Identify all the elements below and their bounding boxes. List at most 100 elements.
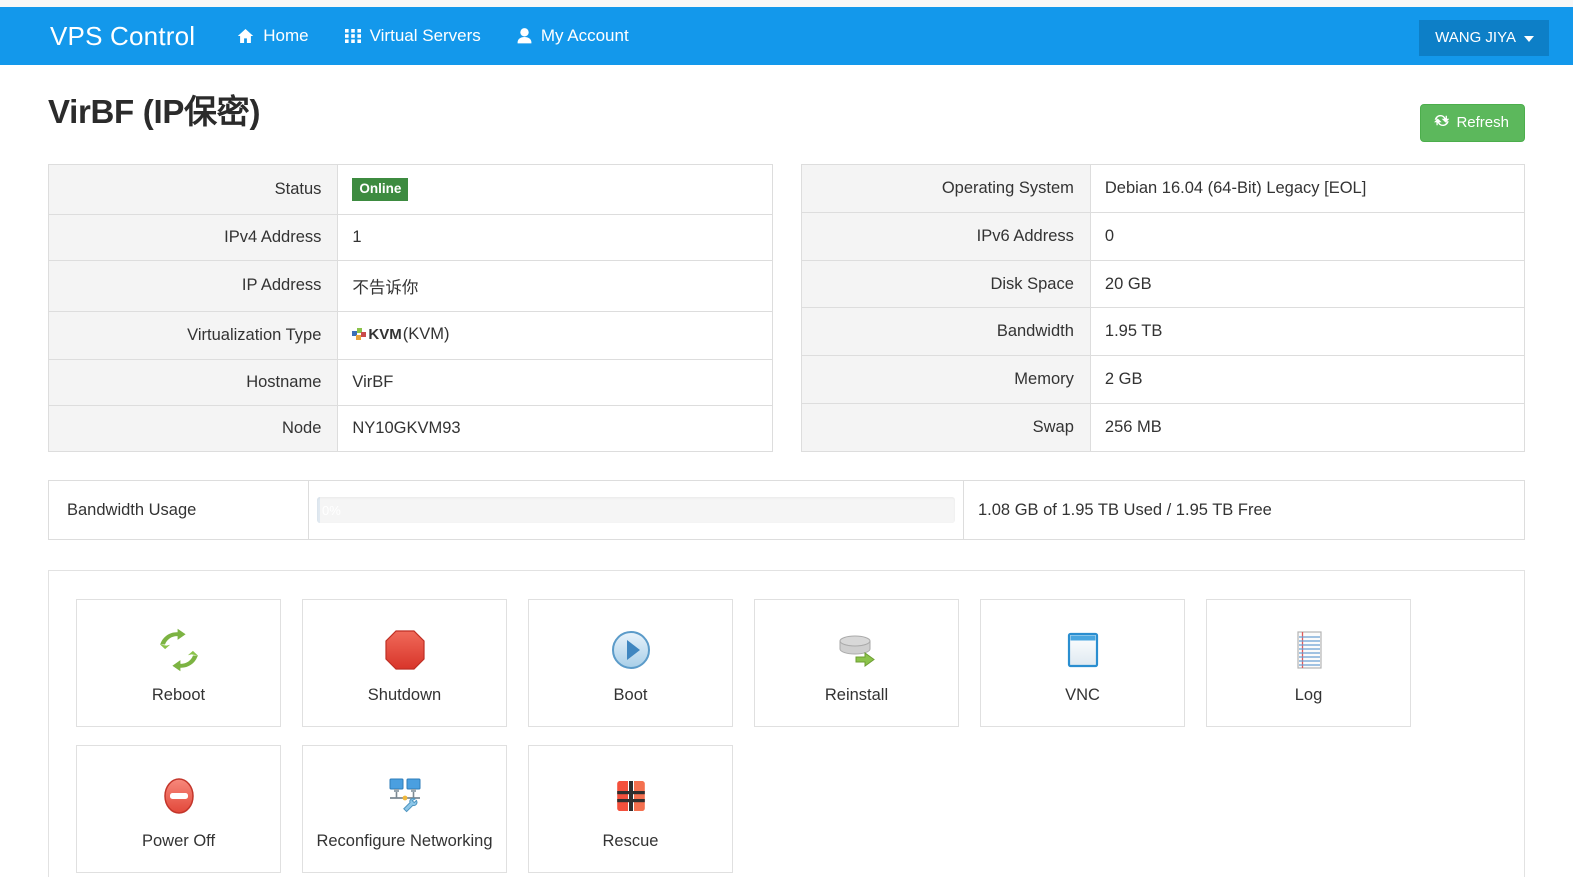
nav-item-home-label: Home xyxy=(263,26,309,45)
row-value-node: NY10GKVM93 xyxy=(337,405,772,452)
table-row: Bandwidth Usage 0% 1.08 GB of 1.95 TB Us… xyxy=(48,480,1525,540)
bandwidth-progress-percent: 0% xyxy=(322,502,341,518)
action-shutdown-label: Shutdown xyxy=(367,686,442,705)
window-icon xyxy=(1060,624,1106,676)
action-vnc[interactable]: VNC xyxy=(980,599,1185,728)
row-value-bandwidth: 1.95 TB xyxy=(1090,307,1525,356)
server-info-table-right: Operating System Debian 16.04 (64-Bit) L… xyxy=(800,164,1525,453)
kvm-suffix: (KVM) xyxy=(402,324,450,343)
table-row: IPv4 Address 1 xyxy=(48,214,772,261)
disk-arrow-icon xyxy=(834,624,880,676)
row-value-swap: 256 MB xyxy=(1090,403,1525,452)
action-power-off[interactable]: Power Off xyxy=(76,745,281,874)
table-row: Operating System Debian 16.04 (64-Bit) L… xyxy=(801,164,1525,213)
table-row: Hostname VirBF xyxy=(48,359,772,406)
refresh-button-label: Refresh xyxy=(1456,114,1509,131)
nav-item-virtual-servers[interactable]: Virtual Servers xyxy=(344,26,481,46)
row-value-operating-system: Debian 16.04 (64-Bit) Legacy [EOL] xyxy=(1090,164,1525,213)
user-icon xyxy=(517,28,532,44)
row-label-ipv4: IPv4 Address xyxy=(48,214,339,261)
table-row: Bandwidth 1.95 TB xyxy=(801,307,1525,356)
action-log-label: Log xyxy=(1294,686,1323,705)
server-info-table-left: Status Online IPv4 Address 1 IP Address … xyxy=(48,164,773,453)
main-navbar: VPS Control Home Virtual Servers My Acco… xyxy=(0,7,1573,65)
row-value-virtualization-type: KVM (KVM) xyxy=(337,311,772,360)
row-label-status: Status xyxy=(48,164,339,215)
brand-logo[interactable]: VPS Control xyxy=(50,21,195,52)
nav-item-home[interactable]: Home xyxy=(237,26,309,46)
action-power-off-label: Power Off xyxy=(141,832,216,851)
nav-items: Home Virtual Servers My Account xyxy=(237,26,629,46)
table-row: Status Online xyxy=(48,164,772,215)
table-row: IPv6 Address 0 xyxy=(801,212,1525,261)
bandwidth-usage-label: Bandwidth Usage xyxy=(48,480,309,540)
ruled-paper-icon xyxy=(1286,624,1332,676)
nav-item-my-account[interactable]: My Account xyxy=(517,26,629,46)
refresh-icon xyxy=(1434,113,1450,132)
bandwidth-progress-cell: 0% xyxy=(308,480,964,540)
info-tables-row: Status Online IPv4 Address 1 IP Address … xyxy=(48,164,1525,453)
action-reboot[interactable]: Reboot xyxy=(76,599,281,728)
page-title: VirBF (IP保密) xyxy=(48,93,261,130)
stop-octagon-icon xyxy=(382,624,428,676)
server-actions-panel: Reboot Shutdown Boot Reinstall VNC Log P… xyxy=(48,570,1525,877)
row-label-bandwidth: Bandwidth xyxy=(801,307,1091,356)
row-label-ip-address: IP Address xyxy=(48,260,339,312)
bandwidth-usage-table: Bandwidth Usage 0% 1.08 GB of 1.95 TB Us… xyxy=(48,480,1525,541)
action-boot[interactable]: Boot xyxy=(528,599,733,728)
network-wrench-icon xyxy=(382,770,428,822)
action-reconfigure-networking[interactable]: Reconfigure Networking xyxy=(302,745,507,874)
bandwidth-progress-fill xyxy=(317,497,321,524)
row-value-ipv6: 0 xyxy=(1090,212,1525,261)
action-shutdown[interactable]: Shutdown xyxy=(302,599,507,728)
page-container: VirBF (IP保密) Refresh Status Online IPv4 … xyxy=(0,65,1573,877)
table-row: Node NY10GKVM93 xyxy=(48,405,772,452)
status-badge: Online xyxy=(352,178,409,201)
action-reconfigure-networking-label: Reconfigure Networking xyxy=(316,832,493,851)
table-row: Disk Space 20 GB xyxy=(801,260,1525,308)
action-rescue[interactable]: Rescue xyxy=(528,745,733,874)
row-value-memory: 2 GB xyxy=(1090,355,1525,404)
nav-item-my-account-label: My Account xyxy=(540,26,629,45)
action-rescue-label: Rescue xyxy=(602,832,659,851)
kvm-label: KVM xyxy=(368,325,402,343)
refresh-button[interactable]: Refresh xyxy=(1420,104,1525,142)
action-vnc-label: VNC xyxy=(1065,686,1100,705)
nav-item-virtual-servers-label: Virtual Servers xyxy=(369,26,481,45)
action-reinstall-label: Reinstall xyxy=(824,686,889,705)
bandwidth-progress-bar[interactable]: 0% xyxy=(317,497,955,524)
kvm-logo-icon xyxy=(352,327,367,341)
row-label-swap: Swap xyxy=(801,403,1091,452)
row-label-hostname: Hostname xyxy=(48,359,339,406)
row-label-node: Node xyxy=(48,405,339,452)
power-off-icon xyxy=(156,770,202,822)
table-row: Swap 256 MB xyxy=(801,403,1525,452)
server-actions-grid: Reboot Shutdown Boot Reinstall VNC Log P… xyxy=(71,599,1502,874)
action-reinstall[interactable]: Reinstall xyxy=(754,599,959,728)
user-menu-button[interactable]: WANG JIYA xyxy=(1419,20,1549,56)
grid-icon xyxy=(344,28,361,44)
action-log[interactable]: Log xyxy=(1206,599,1411,728)
home-icon xyxy=(237,28,254,44)
action-reboot-label: Reboot xyxy=(151,686,206,705)
row-label-disk-space: Disk Space xyxy=(801,260,1091,308)
table-row: Memory 2 GB xyxy=(801,355,1525,404)
reboot-icon xyxy=(156,624,202,676)
row-label-operating-system: Operating System xyxy=(801,164,1091,213)
row-label-memory: Memory xyxy=(801,355,1091,404)
page-header: VirBF (IP保密) Refresh xyxy=(48,65,1525,142)
row-value-disk-space: 20 GB xyxy=(1090,260,1525,308)
row-label-ipv6: IPv6 Address xyxy=(801,212,1091,261)
chevron-down-icon xyxy=(1524,35,1534,42)
life-vest-icon xyxy=(608,770,654,822)
row-value-ipv4: 1 xyxy=(337,214,772,261)
action-boot-label: Boot xyxy=(613,686,648,705)
row-label-virtualization-type: Virtualization Type xyxy=(48,311,339,360)
play-circle-icon xyxy=(608,624,654,676)
table-row: Virtualization Type KVM (KVM) xyxy=(48,311,772,360)
bandwidth-usage-summary: 1.08 GB of 1.95 TB Used / 1.95 TB Free xyxy=(978,500,1272,519)
user-menu-label: WANG JIYA xyxy=(1435,29,1516,46)
row-value-hostname: VirBF xyxy=(337,359,772,406)
row-value-ip-address: 不告诉你 xyxy=(337,260,772,312)
top-strip xyxy=(0,0,1573,7)
